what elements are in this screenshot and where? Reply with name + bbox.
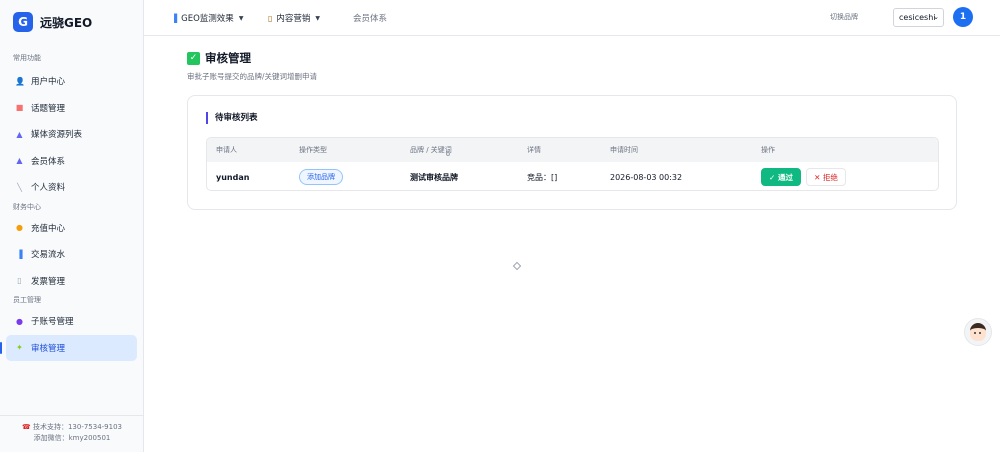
column-header-actions: 操作 — [761, 146, 775, 154]
section-title-staff: 员工管理 — [13, 296, 41, 304]
table-header: 申请人 操作类型 品牌 / 关键词 详情 申请时间 操作 — [207, 138, 938, 162]
logo-icon: G — [13, 12, 33, 32]
app-name: 远骁GEO — [40, 15, 93, 30]
cell-brand: 测试审核品牌 — [410, 172, 458, 182]
menu-content-marketing[interactable]: ▯ 内容营销 ▼ — [268, 0, 320, 36]
sidebar-item-profile[interactable]: ╲ 个人资料 — [0, 174, 143, 201]
topbar: ▐ GEO监测效果 ▼ ▯ 内容营销 ▼ 会员体系 切换品牌 cesiceshi… — [144, 0, 1000, 36]
sidebar-item-user-center[interactable]: 👤 用户中心 — [0, 68, 143, 95]
sidebar-item-label: 用户中心 — [31, 77, 66, 88]
page-header: ✓ 审核管理 — [187, 50, 251, 66]
sidebar-item-member[interactable]: ▲ 会员体系 — [0, 148, 143, 175]
sidebar-item-label: 会员体系 — [31, 156, 66, 167]
cell-actions: ✓ 通过 ✕ 拒绝 — [761, 162, 846, 190]
topic-icon: ■ — [15, 103, 24, 113]
column-header-detail: 详情 — [527, 146, 541, 154]
page-subtitle: 审批子账号提交的品牌/关键词增删申请 — [187, 72, 318, 81]
menu-membership[interactable]: 会员体系 — [353, 0, 387, 36]
brand-switch-label: 切换品牌 — [830, 13, 858, 21]
loading-icon — [512, 261, 522, 271]
menu-label: 会员体系 — [353, 14, 388, 24]
support-phone: 技术支持：130-7534-9103 — [32, 423, 122, 431]
cell-time: 2026-08-03 00:32 — [610, 172, 683, 182]
profile-icon: ╲ — [17, 182, 22, 192]
sidebar-item-review[interactable]: ✦ 审核管理 — [0, 334, 137, 361]
approve-button[interactable]: ✓ 通过 — [761, 168, 801, 186]
invoice-icon: ▯ — [17, 276, 22, 286]
cell-applicant: yundan — [216, 172, 250, 182]
sidebar-item-media[interactable]: ▲ 媒体资源列表 — [0, 121, 143, 148]
brand-select-value: cesiceshi — [899, 13, 936, 22]
logo[interactable]: G 远骁GEO — [0, 0, 143, 44]
phone-icon: ☎ — [21, 423, 31, 431]
menu-geo-monitor[interactable]: ▐ GEO监测效果 ▼ — [171, 0, 243, 36]
column-header-applicant: 申请人 — [216, 146, 237, 154]
column-header-time: 申请时间 — [610, 146, 638, 154]
column-header-brand: 品牌 / 关键词 — [410, 146, 452, 154]
sidebar-item-label: 充值中心 — [31, 223, 66, 234]
sidebar-item-subaccounts[interactable]: ● 子账号管理 — [0, 308, 143, 335]
chevron-down-icon: ▼ — [315, 14, 321, 22]
review-table: 申请人 操作类型 品牌 / 关键词 详情 申请时间 操作 yundan 添加品牌… — [206, 137, 939, 191]
menu-label: GEO监测效果 — [181, 14, 234, 24]
card-title: 待审核列表 — [206, 112, 258, 124]
chart-icon: ▐ — [171, 13, 178, 23]
chevron-down-icon: ⌄ — [933, 13, 939, 21]
review-icon: ✦ — [16, 343, 23, 353]
sidebar-item-label: 个人资料 — [31, 183, 66, 194]
sidebar-item-label: 发票管理 — [31, 276, 66, 287]
brand-select[interactable]: cesiceshi ⌄ — [893, 8, 944, 27]
cell-type: 添加品牌 — [299, 162, 343, 190]
section-title-finance: 财务中心 — [13, 202, 41, 211]
sidebar: G 远骁GEO 常用功能 👤 用户中心 ■ 话题管理 ▲ 媒体资源列表 ▲ 会员… — [0, 0, 144, 452]
assistant-avatar-button[interactable] — [964, 318, 992, 346]
cursor-indicator — [446, 152, 450, 156]
assistant-face-icon — [970, 323, 986, 341]
sidebar-item-label: 媒体资源列表 — [31, 130, 83, 141]
pending-review-card: 待审核列表 申请人 操作类型 品牌 / 关键词 详情 申请时间 操作 yunda… — [187, 95, 957, 210]
table-row: yundan 添加品牌 测试审核品牌 竞品：[] 2026-08-03 00:3… — [207, 162, 938, 190]
reject-button[interactable]: ✕ 拒绝 — [806, 168, 846, 186]
sidebar-item-recharge[interactable]: ● 充值中心 — [0, 215, 143, 242]
sidebar-item-label: 交易流水 — [31, 250, 66, 261]
menu-label: 内容营销 — [276, 14, 311, 24]
section-title-common: 常用功能 — [13, 54, 41, 62]
cell-detail: 竞品：[] — [527, 172, 558, 182]
page-title: 审核管理 — [205, 51, 251, 65]
member-icon: ▲ — [16, 156, 23, 166]
sidebar-footer: ☎ 技术支持：130-7534-9103 添加微信：kmy200501 — [0, 415, 144, 444]
sidebar-item-invoice[interactable]: ▯ 发票管理 — [0, 268, 143, 295]
document-icon: ▯ — [268, 13, 273, 23]
recharge-icon: ● — [16, 223, 23, 233]
group-icon: ● — [16, 316, 23, 326]
avatar[interactable]: 1 — [953, 7, 973, 27]
user-icon: 👤 — [15, 76, 25, 86]
sidebar-item-topic[interactable]: ■ 话题管理 — [0, 95, 143, 122]
support-wechat: 添加微信：kmy200501 — [33, 434, 111, 442]
sidebar-item-label: 审核管理 — [31, 343, 66, 354]
chevron-down-icon: ▼ — [238, 14, 244, 22]
media-icon: ▲ — [16, 129, 23, 139]
check-icon: ✓ — [187, 51, 200, 65]
column-header-type: 操作类型 — [299, 146, 327, 154]
sidebar-item-label: 话题管理 — [31, 103, 66, 114]
operation-type-badge: 添加品牌 — [299, 169, 343, 185]
chart-icon: ▐ — [16, 249, 23, 259]
sidebar-item-transactions[interactable]: ▐ 交易流水 — [0, 241, 143, 268]
sidebar-item-label: 子账号管理 — [31, 317, 74, 328]
